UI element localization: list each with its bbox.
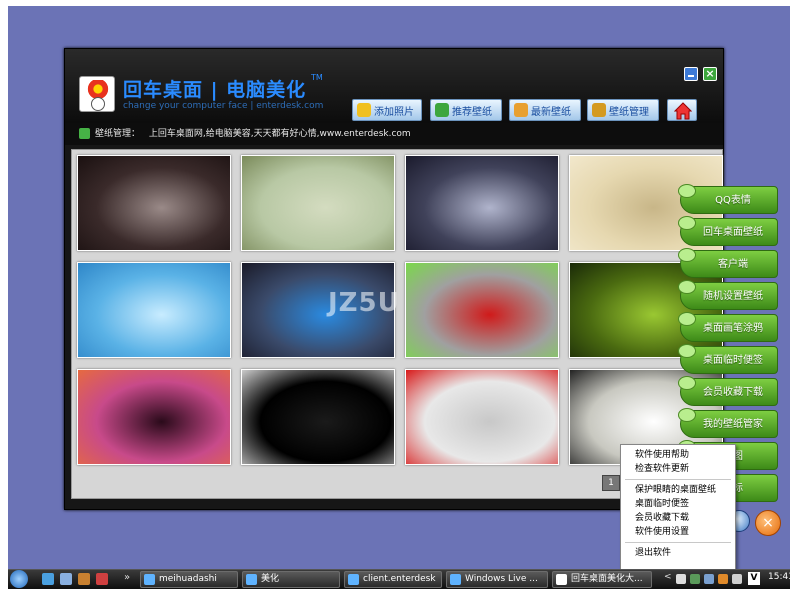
menu-separator [625,479,731,480]
menu-item-help[interactable]: 软件使用帮助 [621,448,735,462]
side-tab-label: 桌面临时便签 [703,355,763,366]
task-button[interactable]: meihuadashi [140,571,238,588]
trademark: TM [311,73,323,82]
media-icon[interactable] [78,573,90,585]
side-tab-0[interactable]: QQ表情 [678,184,778,214]
watermark: JZ5U [328,288,400,318]
side-tab-label: 会员收藏下载 [703,387,763,398]
app-header: 回车桌面 | 电脑美化 TM change your computer face… [65,49,723,123]
task-label: Windows Live ... [465,574,538,584]
side-tab-label: 桌面画笔涂鸦 [703,323,763,334]
tray-icon[interactable] [732,574,742,584]
nav-label: 最新壁纸 [531,106,571,118]
nav-recommended-button[interactable]: 推荐壁纸 [430,99,502,121]
wallpaper-thumb-couple-field[interactable] [241,155,395,251]
folder-icon [348,574,359,585]
quicklaunch-chevron[interactable]: » [124,572,130,583]
user-icon [435,103,449,117]
task-label: 美化 [261,574,280,584]
side-tab-label: 客户端 [718,259,748,270]
app-icon[interactable] [96,573,108,585]
tray-v-icon[interactable]: V [748,572,760,585]
side-tab-label: 我的壁纸管家 [703,419,763,430]
app-window: 回车桌面 | 电脑美化 TM change your computer face… [64,48,724,510]
menu-item-sticky-note[interactable]: 桌面临时便签 [621,497,735,511]
tray-icon[interactable] [718,574,728,584]
notice-text: 上回车桌面网,给电脑美容,天天都有好心情,www.enterdesk.com [148,129,411,139]
home-button[interactable] [667,99,697,121]
start-button[interactable] [10,570,28,588]
task-label: client.enterdesk [363,574,436,584]
notice-label: 壁纸管理： [95,129,141,139]
side-tab-label: 回车桌面壁纸 [703,227,763,238]
tray-chevron[interactable]: < [664,572,672,582]
task-button[interactable]: Windows Live ... [446,571,548,588]
nav-label: 壁纸管理 [609,106,649,118]
menu-item-exit[interactable]: 退出软件 [621,546,735,560]
minimize-button[interactable] [684,67,698,81]
wallpaper-thumb-cherries[interactable] [405,262,559,358]
menu-separator [625,542,731,543]
window-icon [450,574,461,585]
folder-icon [246,574,257,585]
side-tab-7[interactable]: 我的壁纸管家 [678,408,778,438]
app-subtitle: change your computer face | enterdesk.co… [123,101,324,111]
user-icon[interactable] [60,573,72,585]
side-tab-label: QQ表情 [715,195,751,206]
plus-icon [357,103,371,117]
panda-icon [556,574,567,585]
task-button[interactable]: 美化 [242,571,340,588]
task-label: meihuadashi [159,574,217,584]
menu-item-eye-wallpaper[interactable]: 保护眼睛的桌面壁纸 [621,483,735,497]
task-button[interactable]: client.enterdesk [344,571,442,588]
wallpaper-thumb-red-cross[interactable] [405,369,559,465]
float-close-button[interactable]: × [755,510,781,536]
task-label: 回车桌面美化大... [571,574,643,584]
nav-add-photo-button[interactable]: 添加照片 [352,99,422,121]
notice-icon [79,128,90,139]
folder-icon [144,574,155,585]
taskbar: » meihuadashi 美化 client.enterdesk Window… [8,569,794,589]
menu-item-settings[interactable]: 软件使用设置 [621,525,735,539]
page-button-1[interactable]: 1 [602,475,620,491]
ie-icon[interactable] [42,573,54,585]
menu-item-update[interactable]: 检查软件更新 [621,462,735,476]
tray-icon[interactable] [690,574,700,584]
menu-item-member-download[interactable]: 会员收藏下载 [621,511,735,525]
clock: 15:43 [768,572,794,582]
side-tab-label: 随机设置壁纸 [703,291,763,302]
picture-icon [514,103,528,117]
nav-label: 推荐壁纸 [452,106,492,118]
task-button-active[interactable]: 回车桌面美化大... [552,571,652,588]
nav-manage-button[interactable]: 壁纸管理 [587,99,659,121]
tray-icon[interactable] [704,574,714,584]
side-tab-4[interactable]: 桌面画笔涂鸦 [678,312,778,342]
context-menu: 软件使用帮助 检查软件更新 保护眼睛的桌面壁纸 桌面临时便签 会员收藏下载 软件… [620,444,736,572]
app-title: 回车桌面 | 电脑美化 [123,79,307,101]
close-button[interactable]: × [703,67,717,81]
side-tab-3[interactable]: 随机设置壁纸 [678,280,778,310]
side-tab-5[interactable]: 桌面临时便签 [678,344,778,374]
gear-icon [592,103,606,117]
side-tab-1[interactable]: 回车桌面壁纸 [678,216,778,246]
wallpaper-thumb-anime-girl[interactable] [405,155,559,251]
wallpaper-thumb-gothic-girl[interactable] [77,155,231,251]
wallpaper-thumb-sports-car[interactable] [241,369,395,465]
side-tab-6[interactable]: 会员收藏下载 [678,376,778,406]
app-logo [79,76,115,112]
side-tab-2[interactable]: 客户端 [678,248,778,278]
nav-label: 添加照片 [374,106,414,118]
tray-icon[interactable] [676,574,686,584]
notice-bar: 壁纸管理： 上回车桌面网,给电脑美容,天天都有好心情,www.enterdesk… [65,123,723,145]
home-icon [674,102,692,120]
wallpaper-thumb-horse-sunset[interactable] [77,369,231,465]
wallpaper-thumb-heart-balloon[interactable] [77,262,231,358]
nav-latest-button[interactable]: 最新壁纸 [509,99,581,121]
